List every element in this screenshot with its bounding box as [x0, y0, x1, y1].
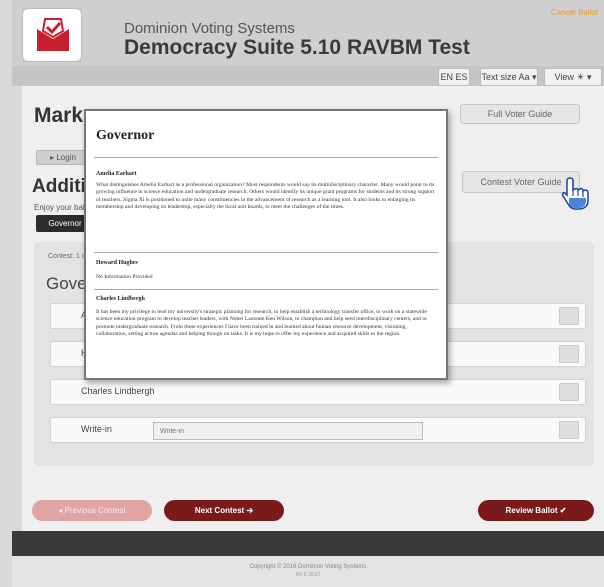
- candidate-bio-name: Howard Hughes: [96, 260, 138, 266]
- login-label: Login: [56, 153, 76, 162]
- brand-subtitle: Dominion Voting Systems: [124, 20, 295, 37]
- copyright-text: Copyright © 2016 Dominion Voting Systems: [249, 564, 367, 570]
- writein-label: Write-in: [81, 424, 112, 434]
- review-label: Review Ballot: [505, 506, 558, 515]
- writein-input[interactable]: [153, 422, 423, 440]
- cancel-ballot-link[interactable]: Cancel Ballot: [551, 8, 598, 17]
- candidate-checkbox[interactable]: [559, 383, 579, 401]
- divider: [94, 252, 438, 253]
- text-size-label: Text size Aa: [481, 72, 530, 82]
- writein-checkbox[interactable]: [559, 421, 579, 439]
- previous-contest-button[interactable]: ◂ Previous Contest: [32, 500, 152, 521]
- view-button[interactable]: View ☀ ▾: [544, 68, 602, 86]
- candidate-bio-text: What distinguishes Amelia Earhart as a p…: [96, 182, 435, 211]
- divider: [94, 157, 438, 158]
- login-button[interactable]: ▸ Login: [36, 150, 90, 165]
- review-ballot-button[interactable]: Review Ballot ✔: [478, 500, 594, 521]
- candidate-checkbox[interactable]: [559, 345, 579, 363]
- language-label: EN ES: [440, 72, 468, 82]
- next-label: Next Contest: [194, 506, 245, 515]
- contest-counter: Contest: 1 o: [48, 253, 86, 260]
- brightness-icon: ☀: [576, 72, 585, 82]
- candidate-bio-name: Amelia Earhart: [96, 171, 137, 177]
- candidate-bio-name: Charles Lindbergh: [96, 296, 145, 302]
- version-text: RV 5.10.57: [295, 572, 321, 578]
- checkmark-icon: ✔: [559, 506, 567, 515]
- text-size-button[interactable]: Text size Aa ▾: [480, 68, 538, 86]
- full-voter-guide-button[interactable]: Full Voter Guide: [460, 104, 580, 124]
- next-contest-button[interactable]: Next Contest ➔: [164, 500, 284, 521]
- previous-label: Previous Contest: [64, 506, 126, 515]
- candidate-name: Charles Lindbergh: [81, 386, 155, 396]
- language-button[interactable]: EN ES ▾: [438, 68, 470, 98]
- footer-bar: [12, 531, 604, 556]
- section-subtitle: Enjoy your bal: [34, 203, 85, 212]
- app-title: Democracy Suite 5.10 RAVBM Test: [124, 36, 470, 59]
- popup-title: Governor: [96, 128, 155, 143]
- footer: Copyright © 2016 Dominion Voting Systems…: [12, 556, 604, 587]
- candidate-checkbox[interactable]: [559, 307, 579, 325]
- candidate-bio-text: It has been my privilege to lead my univ…: [96, 309, 427, 338]
- hand-pointer-icon: [561, 177, 589, 210]
- voter-guide-popup[interactable]: Governor Amelia Earhart What distinguish…: [84, 109, 448, 380]
- view-label: View: [554, 72, 574, 82]
- app-header: Dominion Voting Systems Democracy Suite …: [12, 0, 604, 98]
- candidate-bio-text: No Information Provided: [96, 274, 153, 280]
- arrow-right-icon: ➔: [246, 506, 254, 515]
- divider: [94, 289, 438, 290]
- writein-row[interactable]: Write-in: [50, 417, 586, 443]
- ballot-box-icon: [37, 18, 69, 51]
- dominion-logo: [22, 8, 82, 62]
- candidate-row[interactable]: Charles Lindbergh: [50, 379, 586, 405]
